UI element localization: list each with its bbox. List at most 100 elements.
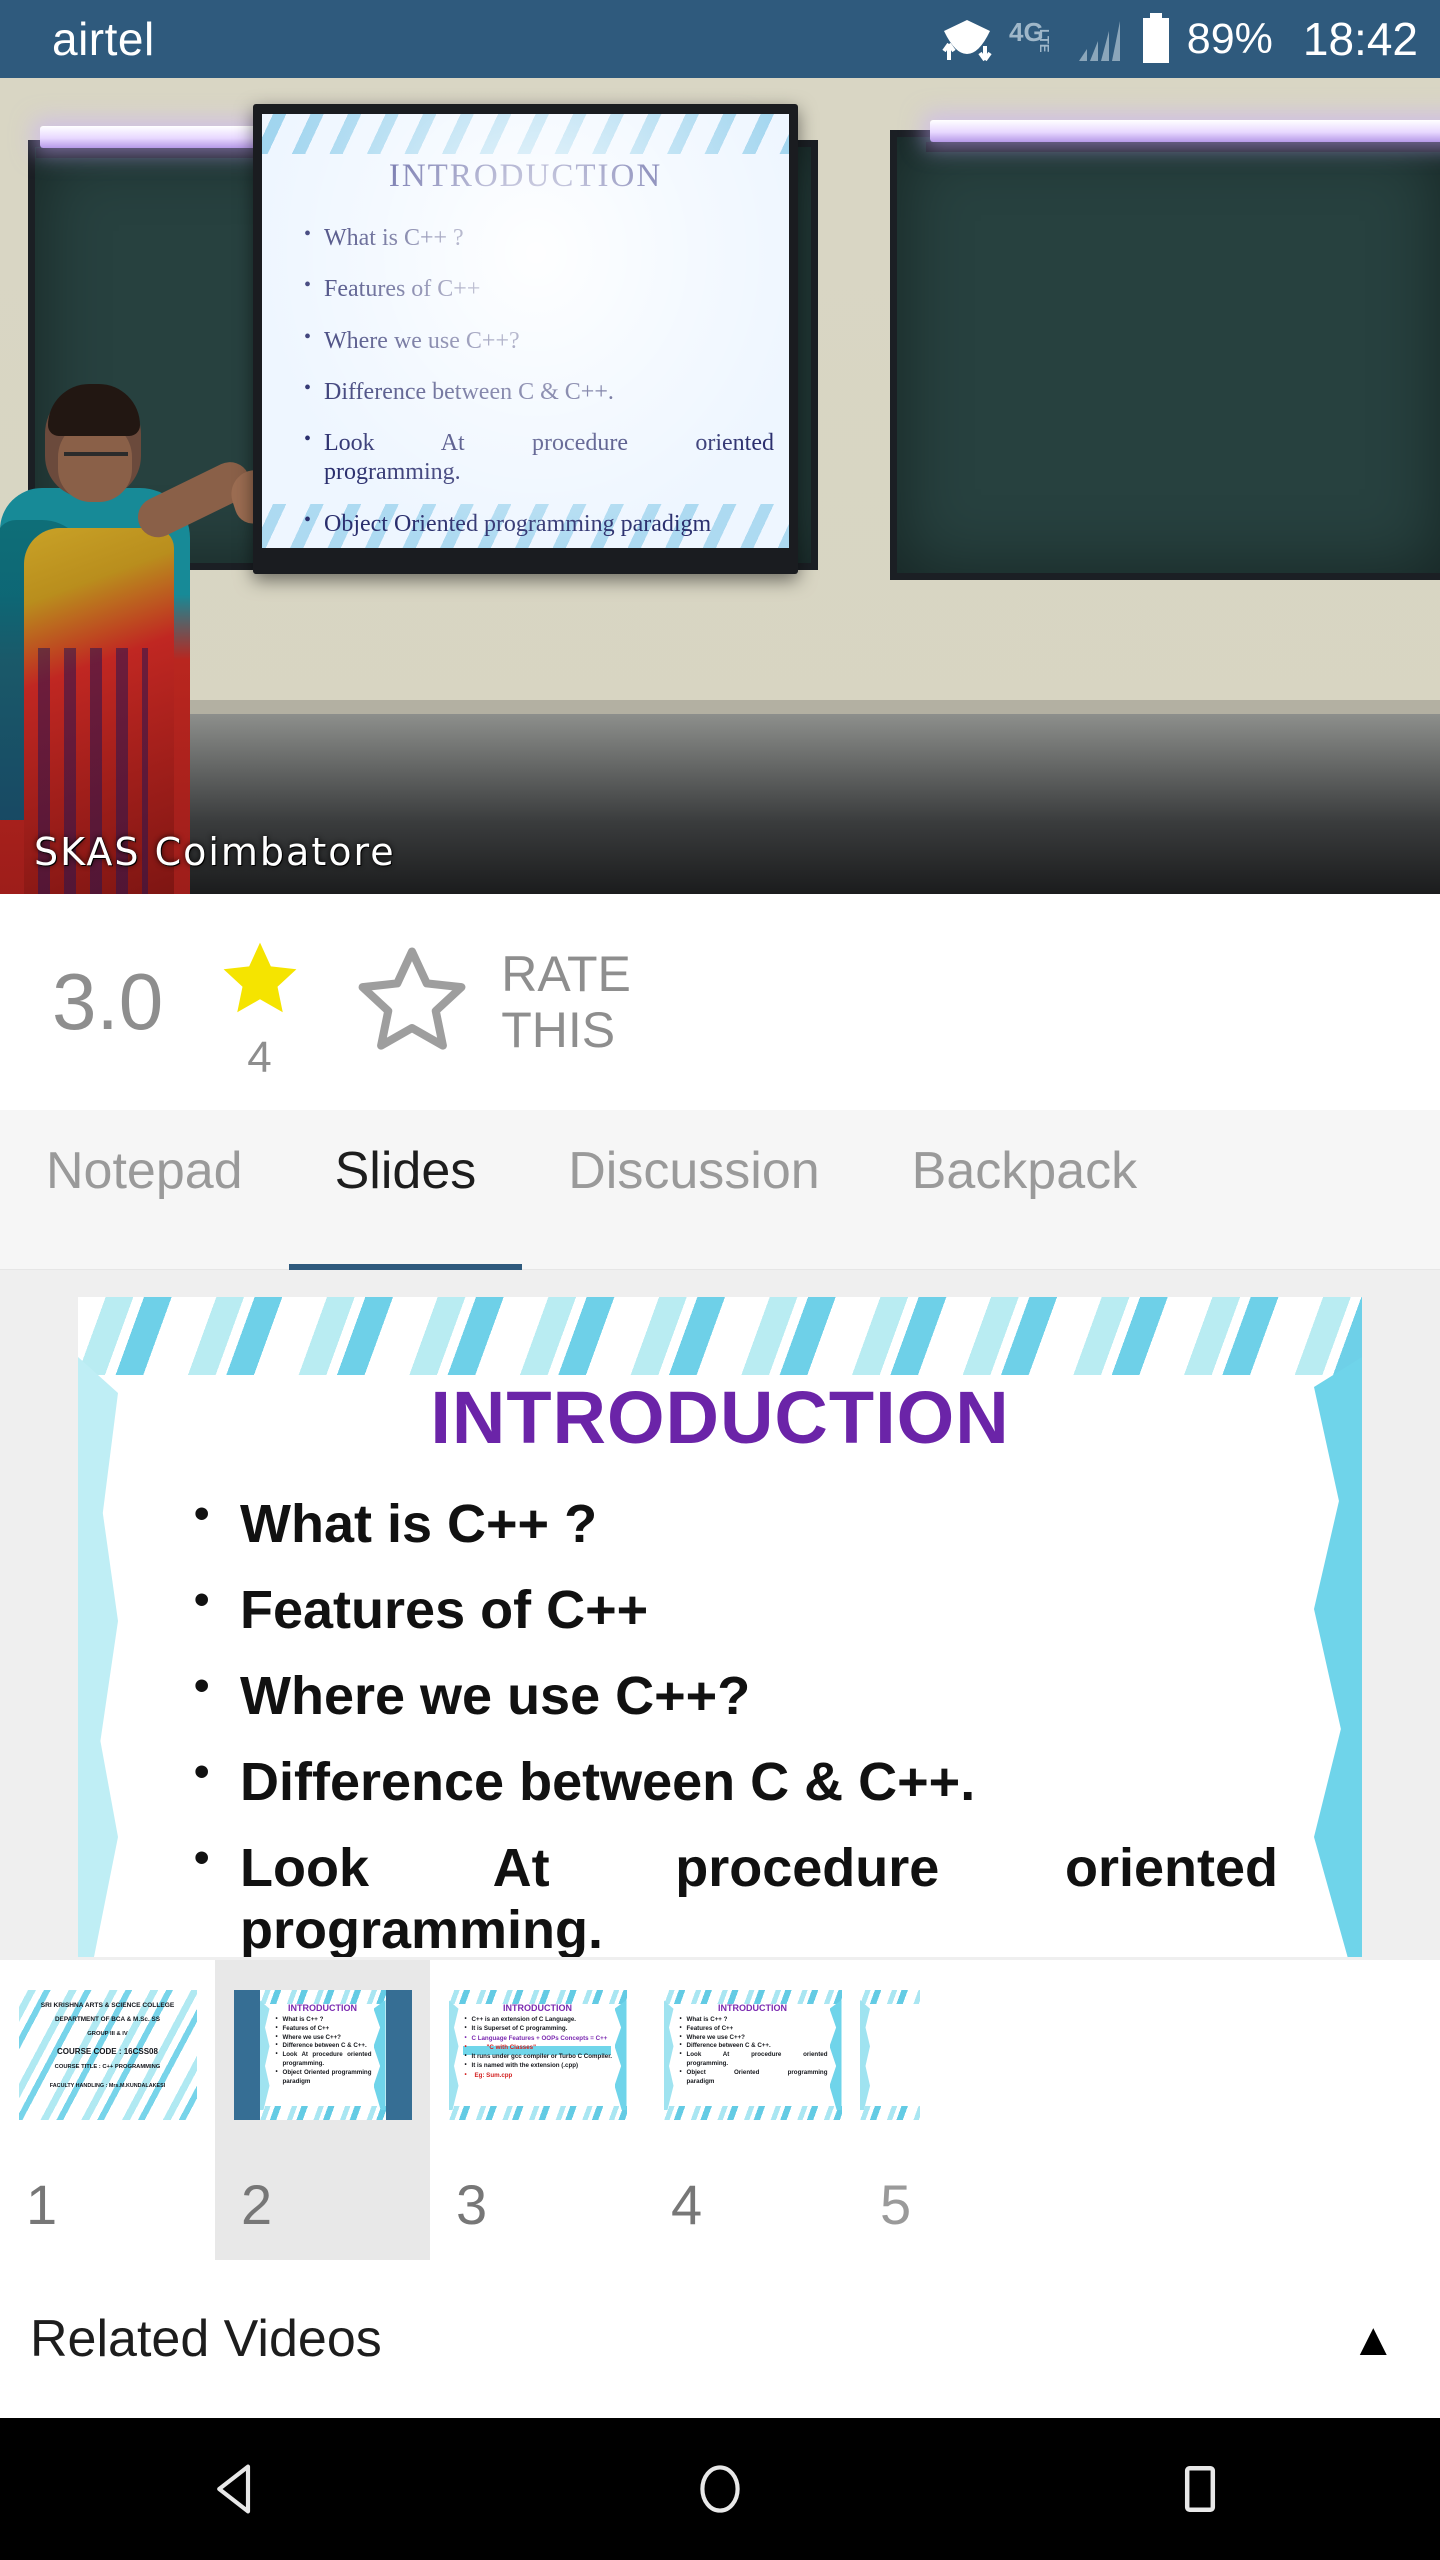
thumbnail-slide-2[interactable]: INTRODUCTION What is C++ ? Features of C… bbox=[215, 1960, 430, 2260]
thumb-bullet: It is Superset of C programming. bbox=[465, 2023, 613, 2033]
carrier-label: airtel bbox=[52, 13, 155, 65]
thumb1-line: FACULTY HANDLING : Mrs.M.KUNDALAKESI bbox=[49, 2083, 166, 2089]
current-slide: INTRODUCTION What is C++ ? Features of C… bbox=[78, 1297, 1362, 1957]
thumb-bullet: Where we use C++? bbox=[276, 2033, 372, 2043]
video-player[interactable]: INTRODUCTION What is C++ ? Features of C… bbox=[0, 78, 1440, 894]
rate-star-outline-icon[interactable] bbox=[353, 943, 471, 1062]
thumb-bullet: Features of C++ bbox=[680, 2024, 828, 2034]
rating-count: 4 bbox=[247, 1033, 272, 1082]
thumb-bullet: Difference between C & C++. bbox=[680, 2041, 828, 2051]
rate-this-button[interactable]: RATE THIS bbox=[501, 946, 631, 1058]
projected-bullet: Features of C++ bbox=[304, 273, 774, 304]
app-root: airtel 4G LTE 89% 18:42 INTRODUCTION • W… bbox=[0, 0, 1440, 2560]
android-nav-bar bbox=[0, 2418, 1440, 2560]
slide-stripes-top bbox=[78, 1297, 1362, 1375]
thumbnail-image bbox=[860, 1990, 920, 2120]
thumbnail-slide-title: INTRODUCTION bbox=[288, 2003, 357, 2013]
thumbnail-image: INTRODUCTION What is C++ ? Features of C… bbox=[233, 1990, 412, 2120]
thumbnail-number: 4 bbox=[671, 2173, 703, 2236]
thumb-bullet: What is C++ ? bbox=[276, 2015, 372, 2025]
blackboard-right bbox=[890, 130, 1440, 580]
filled-star-icon bbox=[217, 937, 303, 1026]
thumb1-line: GROUP III & IV bbox=[87, 2031, 128, 2037]
thumb1-line: COURSE TITLE : C++ PROGRAMMING bbox=[54, 2064, 161, 2070]
projected-stripes-top bbox=[262, 114, 789, 154]
thumbnail-bullets: What is C++ ? Features of C++ Where we u… bbox=[276, 2015, 372, 2087]
slide-thumbnail-strip[interactable]: SRI KRISHNA ARTS & SCIENCE COLLEGE DEPAR… bbox=[0, 1960, 1440, 2260]
projected-bullet: Difference between C & C++. bbox=[304, 376, 774, 407]
tab-slides[interactable]: Slides bbox=[288, 1110, 523, 1270]
thumbnail-slide-3[interactable]: INTRODUCTION C++ is an extension of C La… bbox=[430, 1960, 645, 2260]
thumbnail-number: 2 bbox=[241, 2173, 273, 2236]
projected-bullet-cont: programming. bbox=[324, 459, 461, 486]
thumbnail-image: SRI KRISHNA ARTS & SCIENCE COLLEGE DEPAR… bbox=[18, 1990, 197, 2120]
thumb-bullet: Features of C++ bbox=[276, 2024, 372, 2034]
thumb-bullet: Where we use C++? bbox=[680, 2033, 828, 2043]
tab-backpack[interactable]: Backpack bbox=[866, 1110, 1183, 1270]
thumbnail-slide-5[interactable]: 5 bbox=[860, 1960, 920, 2260]
related-videos-title: Related Videos bbox=[30, 2310, 382, 2368]
thumb-bullet: Eg: Sum.cpp bbox=[465, 2070, 613, 2080]
slide-bullet-list: What is C++ ? Features of C++ Where we u… bbox=[188, 1489, 1278, 1957]
nav-recents-button[interactable] bbox=[1125, 2418, 1275, 2560]
light-hood-right bbox=[926, 142, 1440, 152]
clock-label: 18:42 bbox=[1302, 13, 1418, 65]
slide-bullet: Difference between C & C++. bbox=[188, 1747, 1278, 1813]
projected-bullet: Object Oriented programming paradigm bbox=[304, 508, 774, 539]
slide-bullet-continuation: programming. bbox=[240, 1900, 604, 1957]
thumbnail-slide-1[interactable]: SRI KRISHNA ARTS & SCIENCE COLLEGE DEPAR… bbox=[0, 1960, 215, 2260]
slide-bullet: What is C++ ? bbox=[188, 1489, 1278, 1555]
slide-viewer[interactable]: INTRODUCTION What is C++ ? Features of C… bbox=[0, 1270, 1440, 1960]
nav-home-button[interactable] bbox=[645, 2418, 795, 2560]
thumb1-line: DEPARTMENT OF BCA & M.Sc. SS bbox=[54, 2016, 161, 2023]
signal-bars-icon bbox=[1077, 15, 1125, 63]
thumb-bullet-cont: paradigm bbox=[686, 2077, 715, 2085]
thumb-bullet: It runs under gcc compiler or Turbo C Co… bbox=[465, 2051, 613, 2061]
thumbnail-bullets: What is C++ ? Features of C++ Where we u… bbox=[680, 2015, 828, 2086]
tab-notepad[interactable]: Notepad bbox=[0, 1110, 289, 1270]
projected-slide-title: INTRODUCTION bbox=[388, 158, 663, 194]
thumbnail-number: 5 bbox=[880, 2173, 912, 2236]
slide-bullet: Look At procedure oriented programming. bbox=[188, 1833, 1278, 1957]
rating-star-group: 4 bbox=[209, 927, 319, 1082]
battery-icon bbox=[1139, 13, 1173, 65]
network-4glte-icon: 4G LTE bbox=[1009, 15, 1063, 63]
thumbnail-number: 1 bbox=[26, 2173, 58, 2236]
related-videos-section[interactable]: Related Videos ▲ bbox=[0, 2260, 1440, 2418]
svg-text:LTE: LTE bbox=[1037, 29, 1052, 53]
thumb1-line: COURSE CODE : 16CSS08 bbox=[57, 2047, 158, 2056]
tab-bar: Notepad Slides Discussion Backpack bbox=[0, 1110, 1440, 1270]
thumbnail-slide-4[interactable]: INTRODUCTION What is C++ ? Features of C… bbox=[645, 1960, 860, 2260]
projected-slide-bullets: What is C++ ? Features of C++ Where we u… bbox=[304, 222, 774, 548]
thumb-bullet: "C with Classes" bbox=[465, 2042, 613, 2052]
thumb-bullet-line: Look At procedure oriented bbox=[282, 2051, 372, 2059]
thumb-bullet-cont: paradigm bbox=[282, 2077, 311, 2085]
chevron-up-icon[interactable]: ▲ bbox=[1350, 2316, 1396, 2362]
thumb-bullet-line: Object Oriented programming bbox=[282, 2068, 372, 2076]
thumb-bullet: What is C++ ? bbox=[680, 2015, 828, 2025]
thumb-bullet: Object Oriented programming paradigm bbox=[276, 2068, 372, 2087]
thumb-bullet: C++ is an extension of C Language. bbox=[465, 2014, 613, 2024]
status-bar-icons: 4G LTE 89% 18:42 bbox=[939, 13, 1418, 65]
slide-bullet-line: Look At procedure oriented bbox=[240, 1838, 1278, 1899]
thumbnail-slide-title: INTRODUCTION bbox=[718, 2003, 787, 2013]
tab-discussion[interactable]: Discussion bbox=[522, 1110, 865, 1270]
slide-bullet: Features of C++ bbox=[188, 1575, 1278, 1641]
thumb1-line: SRI KRISHNA ARTS & SCIENCE COLLEGE bbox=[40, 2002, 175, 2009]
thumb-bullet-line: Object Oriented programming bbox=[686, 2068, 828, 2076]
thumbnail-bullets: C++ is an extension of C Language. It is… bbox=[465, 2014, 613, 2080]
tube-light-right bbox=[930, 120, 1440, 142]
thumbnail-image: INTRODUCTION C++ is an extension of C La… bbox=[448, 1990, 627, 2120]
projected-bullet: Where we use C++? bbox=[304, 325, 774, 356]
rating-row: 3.0 4 RATE THIS bbox=[0, 894, 1440, 1110]
presenter-figure bbox=[0, 378, 287, 894]
thumb-bullet: Look At procedure oriented programming. bbox=[276, 2050, 372, 2069]
video-watermark: SKAS Coimbatore bbox=[34, 830, 396, 874]
rating-score: 3.0 bbox=[52, 957, 164, 1046]
nav-back-button[interactable] bbox=[165, 2418, 315, 2560]
thumb-bullet: C Language Features + OOPs Concepts = C+… bbox=[465, 2033, 613, 2043]
projected-bullet-line: Look At procedure oriented bbox=[324, 430, 774, 457]
thumb-bullet: Difference between C & C++. bbox=[276, 2041, 372, 2051]
rate-this-line-2: THIS bbox=[501, 1002, 616, 1058]
slide-bullet: Where we use C++? bbox=[188, 1661, 1278, 1727]
